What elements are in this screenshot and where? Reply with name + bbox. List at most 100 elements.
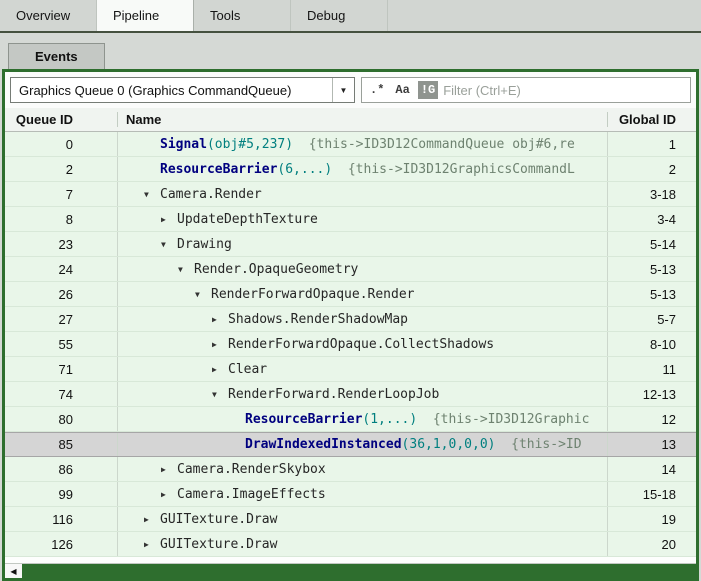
event-text-label: RenderForward.RenderLoopJob	[228, 387, 439, 402]
table-row[interactable]: 26 ▼ RenderForwardOpaque.Render 5-13	[5, 282, 696, 307]
global-id-cell: 5-13	[608, 257, 696, 281]
tree-indent	[118, 507, 144, 531]
tab-overview[interactable]: Overview	[0, 0, 97, 31]
event-text-func: ResourceBarrier	[245, 412, 362, 427]
event-text-label: RenderForwardOpaque.CollectShadows	[228, 337, 494, 352]
event-text-label: Drawing	[177, 237, 232, 252]
horizontal-scrollbar[interactable]: ◀	[5, 563, 696, 578]
queue-dropdown[interactable]: Graphics Queue 0 (Graphics CommandQueue)…	[10, 77, 355, 103]
table-row[interactable]: 71 ▶ Clear 11	[5, 357, 696, 382]
event-name-cell: ▼ Render.OpaqueGeometry	[118, 257, 608, 281]
event-name-cell: ▶ Camera.RenderSkybox	[118, 457, 608, 481]
table-row[interactable]: 0 Signal(obj#5,237) {this->ID3D12Command…	[5, 132, 696, 157]
event-name-cell: ▶ Shadows.RenderShadowMap	[118, 307, 608, 331]
filter-input[interactable]	[443, 83, 685, 98]
tree-arrow-icon[interactable]: ▼	[144, 190, 160, 199]
tree-indent	[118, 157, 144, 181]
global-id-cell: 19	[608, 507, 696, 531]
tree-arrow-icon[interactable]: ▶	[161, 215, 177, 224]
table-row[interactable]: 55 ▶ RenderForwardOpaque.CollectShadows …	[5, 332, 696, 357]
literal-toggle-button[interactable]: !G	[418, 81, 438, 99]
queue-id-cell: 26	[5, 282, 118, 306]
queue-id-cell: 24	[5, 257, 118, 281]
regex-toggle-button[interactable]: .*	[367, 81, 387, 99]
chevron-down-icon: ▼	[332, 78, 354, 102]
event-table-header: Queue ID Name Global ID	[5, 108, 696, 132]
tree-indent	[118, 482, 161, 506]
events-toolbar: Graphics Queue 0 (Graphics CommandQueue)…	[5, 72, 696, 108]
match-case-toggle-button[interactable]: Aa	[392, 81, 412, 99]
tree-arrow-icon[interactable]: ▶	[161, 465, 177, 474]
tree-indent	[118, 532, 144, 556]
tree-indent	[118, 357, 212, 381]
event-text-func: DrawIndexedInstanced	[245, 437, 402, 452]
event-rows: 0 Signal(obj#5,237) {this->ID3D12Command…	[5, 132, 696, 563]
table-row[interactable]: 80 ResourceBarrier(1,...) {this->ID3D12G…	[5, 407, 696, 432]
events-panel: Graphics Queue 0 (Graphics CommandQueue)…	[2, 69, 699, 581]
tree-indent	[118, 282, 195, 306]
table-row[interactable]: 86 ▶ Camera.RenderSkybox 14	[5, 457, 696, 482]
event-name-cell: ▼ Camera.Render	[118, 182, 608, 206]
table-row[interactable]: 116 ▶ GUITexture.Draw 19	[5, 507, 696, 532]
column-header-global-id[interactable]: Global ID	[608, 112, 696, 127]
queue-id-cell: 27	[5, 307, 118, 331]
queue-id-cell: 85	[5, 433, 118, 456]
event-text-label: Camera.RenderSkybox	[177, 462, 326, 477]
scroll-left-icon[interactable]: ◀	[5, 564, 22, 578]
table-row[interactable]: 24 ▼ Render.OpaqueGeometry 5-13	[5, 257, 696, 282]
events-dock-tab[interactable]: Events	[8, 43, 105, 69]
tree-arrow-icon[interactable]: ▼	[212, 390, 228, 399]
queue-dropdown-value: Graphics Queue 0 (Graphics CommandQueue)	[11, 78, 332, 102]
tree-indent	[118, 132, 144, 156]
table-row[interactable]: 99 ▶ Camera.ImageEffects 15-18	[5, 482, 696, 507]
global-id-cell: 5-13	[608, 282, 696, 306]
table-row[interactable]: 23 ▼ Drawing 5-14	[5, 232, 696, 257]
tab-bar: OverviewPipelineToolsDebug	[0, 0, 701, 33]
event-name-cell: DrawIndexedInstanced(36,1,0,0,0) {this->…	[118, 433, 608, 456]
global-id-cell: 12	[608, 407, 696, 431]
dock-tab-row: Events	[0, 33, 701, 69]
queue-id-cell: 0	[5, 132, 118, 156]
table-row[interactable]: 85 DrawIndexedInstanced(36,1,0,0,0) {thi…	[5, 432, 696, 457]
tree-arrow-icon[interactable]: ▼	[195, 290, 211, 299]
tree-arrow-icon[interactable]: ▶	[212, 340, 228, 349]
table-row[interactable]: 7 ▼ Camera.Render 3-18	[5, 182, 696, 207]
tree-arrow-icon[interactable]: ▶	[212, 315, 228, 324]
table-row[interactable]: 27 ▶ Shadows.RenderShadowMap 5-7	[5, 307, 696, 332]
tree-indent	[118, 207, 161, 231]
tree-arrow-icon[interactable]: ▶	[144, 540, 160, 549]
tree-arrow-icon[interactable]: ▶	[212, 365, 228, 374]
table-row[interactable]: 74 ▼ RenderForward.RenderLoopJob 12-13	[5, 382, 696, 407]
tree-arrow-icon[interactable]: ▼	[178, 265, 194, 274]
column-header-queue-id[interactable]: Queue ID	[5, 112, 118, 127]
tab-pipeline[interactable]: Pipeline	[97, 0, 194, 31]
table-row[interactable]: 8 ▶ UpdateDepthTexture 3-4	[5, 207, 696, 232]
global-id-cell: 11	[608, 357, 696, 381]
global-id-cell: 3-18	[608, 182, 696, 206]
event-text-args: (6,...)	[277, 162, 332, 177]
global-id-cell: 12-13	[608, 382, 696, 406]
table-row[interactable]: 126 ▶ GUITexture.Draw 20	[5, 532, 696, 557]
tree-arrow-icon[interactable]: ▼	[161, 240, 177, 249]
tree-indent	[118, 457, 161, 481]
hscroll-thumb[interactable]	[22, 564, 696, 578]
queue-id-cell: 80	[5, 407, 118, 431]
tab-debug[interactable]: Debug	[291, 0, 388, 31]
column-header-name[interactable]: Name	[118, 112, 608, 127]
queue-id-cell: 99	[5, 482, 118, 506]
event-text-label: RenderForwardOpaque.Render	[211, 287, 415, 302]
table-row[interactable]: 2 ResourceBarrier(6,...) {this->ID3D12Gr…	[5, 157, 696, 182]
global-id-cell: 2	[608, 157, 696, 181]
tab-tools[interactable]: Tools	[194, 0, 291, 31]
tree-indent	[118, 182, 144, 206]
event-text-func: ResourceBarrier	[160, 162, 277, 177]
tree-arrow-icon[interactable]: ▶	[161, 490, 177, 499]
event-text-label: Shadows.RenderShadowMap	[228, 312, 408, 327]
global-id-cell: 5-14	[608, 232, 696, 256]
tree-indent	[118, 407, 229, 431]
event-name-cell: ▶ GUITexture.Draw	[118, 532, 608, 556]
event-text-args: (obj#5,237)	[207, 137, 293, 152]
tree-indent	[118, 433, 229, 456]
filter-field[interactable]: .* Aa !G	[361, 77, 691, 103]
tree-arrow-icon[interactable]: ▶	[144, 515, 160, 524]
